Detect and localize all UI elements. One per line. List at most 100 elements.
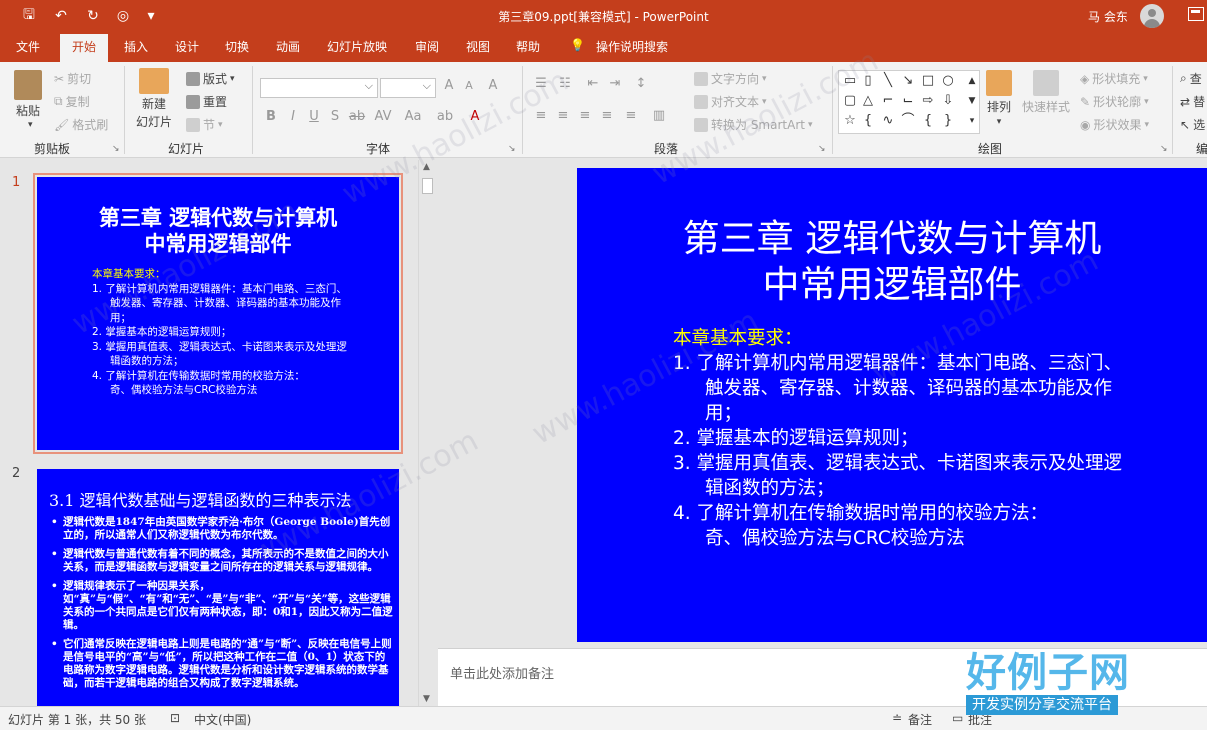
drawing-launcher-icon[interactable]: ↘	[1160, 144, 1168, 154]
gallery-down-icon[interactable]: ▼	[963, 93, 981, 109]
char-spacing-icon[interactable]: AV	[374, 109, 392, 124]
tab-file[interactable]: 文件	[16, 38, 40, 55]
tab-transitions[interactable]: 切换	[225, 38, 249, 55]
select-button[interactable]: ↖ 选	[1180, 116, 1205, 133]
italic-icon[interactable]: I	[284, 109, 302, 124]
quick-styles-button[interactable]: 快速样式	[1022, 70, 1070, 115]
shadow-icon[interactable]: S	[326, 109, 344, 124]
elbow-connector-shape-icon[interactable]: ⌐	[879, 93, 897, 109]
down-arrow-shape-icon[interactable]: ⇩	[939, 93, 957, 109]
language-indicator[interactable]: 中文(中国)	[194, 711, 251, 728]
brace-shape-icon[interactable]: {	[859, 113, 877, 129]
shape-outline-button[interactable]: ✎ 形状轮廓 ▾	[1080, 93, 1149, 110]
tell-me-search[interactable]: 操作说明搜索	[596, 38, 668, 55]
slide-thumbnail-2[interactable]: 3.1 逻辑代数基础与逻辑函数的三种表示法 逻辑代数是1847年由英国数学家乔治…	[37, 469, 399, 709]
curve-shape-icon[interactable]: ∿	[879, 113, 897, 129]
highlight-icon[interactable]: ab	[436, 109, 454, 124]
arrow-line-shape-icon[interactable]: ↘	[899, 73, 917, 89]
paragraph-launcher-icon[interactable]: ↘	[818, 144, 826, 154]
tab-home[interactable]: 开始	[60, 34, 109, 62]
textbox-vertical-shape-icon[interactable]: ▯	[859, 73, 877, 89]
shape-effects-button[interactable]: ◉ 形状效果 ▾	[1080, 116, 1149, 133]
layout-button[interactable]: 版式 ▾	[186, 70, 235, 87]
line-shape-icon[interactable]: ╲	[879, 73, 897, 89]
star-shape-icon[interactable]: ☆	[841, 113, 859, 129]
clipboard-launcher-icon[interactable]: ↘	[112, 144, 120, 154]
arc-shape-icon[interactable]: ⌒	[899, 113, 917, 129]
avatar[interactable]	[1140, 4, 1164, 28]
distributed-icon[interactable]: ≡	[622, 108, 640, 123]
elbow-arrow-shape-icon[interactable]: ⌙	[899, 93, 917, 109]
tab-animations[interactable]: 动画	[276, 38, 300, 55]
slide-thumbnail-1[interactable]: 第三章 逻辑代数与计算机 中常用逻辑部件 本章基本要求： 1. 了解计算机内常用…	[37, 177, 399, 450]
textbox-shape-icon[interactable]: ▭	[841, 73, 859, 89]
gallery-more-icon[interactable]: ▾	[963, 113, 981, 129]
right-arrow-shape-icon[interactable]: ⇨	[919, 93, 937, 109]
tab-slideshow[interactable]: 幻灯片放映	[327, 38, 387, 55]
oval-shape-icon[interactable]: ○	[939, 73, 957, 89]
scroll-up-icon[interactable]: ▲	[423, 162, 430, 172]
numbering-icon[interactable]: ☷	[556, 76, 574, 91]
notes-button[interactable]: 备注	[908, 711, 932, 728]
rounded-rect-shape-icon[interactable]: ▢	[841, 93, 859, 109]
triangle-shape-icon[interactable]: △	[859, 93, 877, 109]
decrease-font-icon[interactable]: A	[460, 79, 478, 92]
cut-button[interactable]: ✂ 剪切	[54, 70, 91, 87]
tab-insert[interactable]: 插入	[124, 38, 148, 55]
strikethrough-icon[interactable]: ab	[348, 109, 366, 124]
paste-dropdown-icon[interactable]: ▾	[28, 120, 33, 130]
increase-font-icon[interactable]: A	[440, 78, 458, 93]
bullets-icon[interactable]: ☰	[532, 76, 550, 91]
slide-body[interactable]: 本章基本要求： 1. 了解计算机内常用逻辑器件：基本门电路、三态门、 触发器、寄…	[673, 326, 1129, 551]
shape-fill-button[interactable]: ◈ 形状填充 ▾	[1080, 70, 1148, 87]
reset-button[interactable]: 重置	[186, 93, 227, 110]
align-right-icon[interactable]: ≡	[576, 108, 594, 123]
shapes-gallery[interactable]: ▭ ▯ ╲ ↘ □ ○ ▢ △ ⌐ ⌙ ⇨ ⇩ ☆ { ∿ ⌒ { } ▲ ▼ …	[838, 70, 980, 134]
change-case-icon[interactable]: Aa	[404, 109, 422, 124]
paste-button[interactable]: 粘贴	[14, 70, 42, 119]
increase-indent-icon[interactable]: ⇥	[606, 76, 624, 91]
underline-icon[interactable]: U	[305, 109, 323, 124]
bold-icon[interactable]: B	[262, 109, 280, 124]
font-size-combo[interactable]	[380, 78, 436, 98]
format-painter-button[interactable]: 🖌 格式刷	[54, 116, 108, 133]
font-name-combo[interactable]	[260, 78, 378, 98]
align-center-icon[interactable]: ≡	[554, 108, 572, 123]
font-launcher-icon[interactable]: ↘	[508, 144, 516, 154]
copy-button[interactable]: ⧉ 复制	[54, 93, 90, 110]
comments-icon[interactable]: ▭	[952, 711, 963, 725]
justify-icon[interactable]: ≡	[598, 108, 616, 123]
tab-view[interactable]: 视图	[466, 38, 490, 55]
rectangle-shape-icon[interactable]: □	[919, 73, 937, 89]
decrease-indent-icon[interactable]: ⇤	[584, 76, 602, 91]
new-slide-button[interactable]: 新建 幻灯片	[136, 68, 172, 130]
section-button[interactable]: 节 ▾	[186, 116, 223, 133]
scroll-down-icon[interactable]: ▼	[423, 694, 430, 704]
spelling-icon[interactable]: ⊡	[170, 711, 180, 725]
columns-icon[interactable]: ▥	[650, 108, 668, 123]
thumbnail-scrollbar[interactable]: ▲ ▼	[418, 160, 435, 706]
thumbnail-title: 3.1 逻辑代数基础与逻辑函数的三种表示法	[49, 491, 352, 510]
right-brace-shape-icon[interactable]: }	[939, 113, 957, 129]
slide-title[interactable]: 第三章 逻辑代数与计算机 中常用逻辑部件	[577, 216, 1207, 308]
tab-review[interactable]: 审阅	[415, 38, 439, 55]
align-text-button[interactable]: 对齐文本 ▾	[694, 93, 767, 110]
find-button[interactable]: ⌕ 查	[1180, 70, 1202, 87]
notes-toggle-icon[interactable]: ≐	[892, 711, 902, 725]
arrange-button[interactable]: 排列 ▾	[986, 70, 1012, 127]
tab-help[interactable]: 帮助	[516, 38, 540, 55]
gallery-up-icon[interactable]: ▲	[963, 73, 981, 89]
text-direction-button[interactable]: 文字方向 ▾	[694, 70, 767, 87]
clear-formatting-icon[interactable]: A	[484, 78, 502, 93]
smartart-button[interactable]: 转换为 SmartArt ▾	[694, 116, 813, 133]
align-left-icon[interactable]: ≡	[532, 108, 550, 123]
left-brace-shape-icon[interactable]: {	[919, 113, 937, 129]
paragraph-group-label: 段落	[654, 142, 679, 156]
font-color-icon[interactable]: A	[466, 109, 484, 124]
ribbon-display-options-icon[interactable]	[1188, 7, 1204, 21]
replace-button[interactable]: ⇄ 替	[1180, 93, 1205, 110]
current-slide[interactable]: 第三章 逻辑代数与计算机 中常用逻辑部件 本章基本要求： 1. 了解计算机内常用…	[577, 168, 1207, 642]
scrollbar-thumb[interactable]	[422, 178, 433, 194]
line-spacing-icon[interactable]: ↕	[632, 76, 650, 91]
tab-design[interactable]: 设计	[175, 38, 199, 55]
